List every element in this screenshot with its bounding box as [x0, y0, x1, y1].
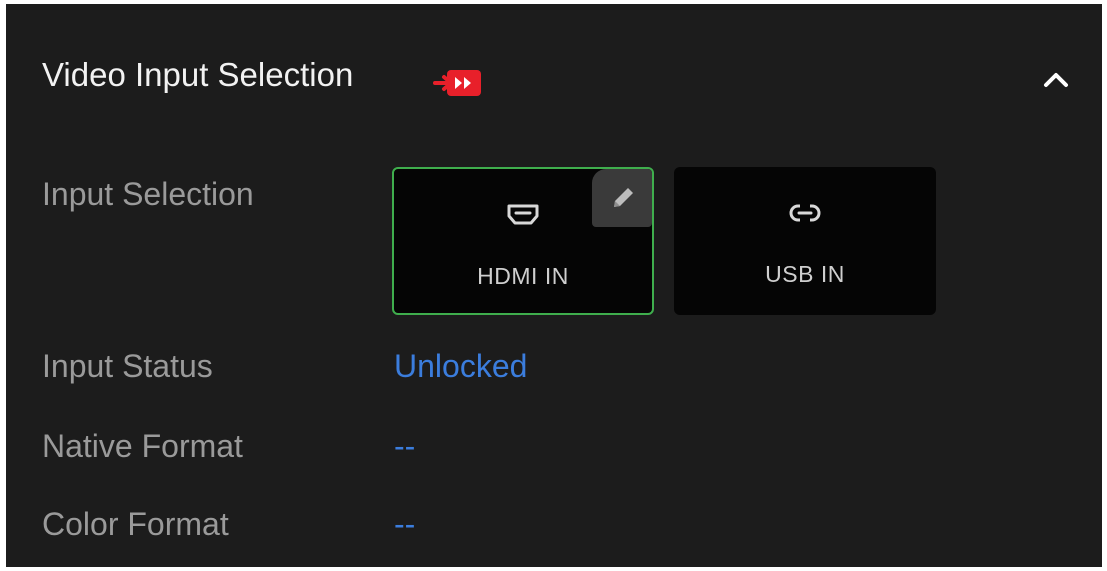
input-option-usb[interactable]: USB IN — [674, 167, 936, 315]
panel-title: Video Input Selection — [42, 56, 354, 93]
input-option-hdmi[interactable]: HDMI IN — [392, 167, 654, 315]
chevron-up-icon — [1044, 73, 1068, 87]
input-option-label: USB IN — [765, 261, 845, 287]
panel-header: Video Input Selection — [6, 4, 1102, 124]
link-icon — [789, 203, 821, 223]
pencil-icon — [614, 188, 633, 207]
color-format-value: -- — [394, 506, 416, 542]
native-format-label: Native Format — [42, 428, 243, 464]
input-status-label: Input Status — [42, 348, 213, 384]
input-option-label: HDMI IN — [477, 263, 569, 289]
video-input-badge-icon — [433, 70, 481, 96]
edit-input-button[interactable] — [592, 169, 652, 227]
input-selection-label: Input Selection — [42, 176, 254, 212]
native-format-value: -- — [394, 428, 416, 464]
hdmi-icon — [507, 204, 539, 225]
collapse-button[interactable] — [1036, 60, 1076, 100]
color-format-label: Color Format — [42, 506, 229, 542]
input-status-value: Unlocked — [394, 348, 528, 384]
video-input-panel: Video Input Selection Input Selection HD… — [6, 4, 1102, 567]
